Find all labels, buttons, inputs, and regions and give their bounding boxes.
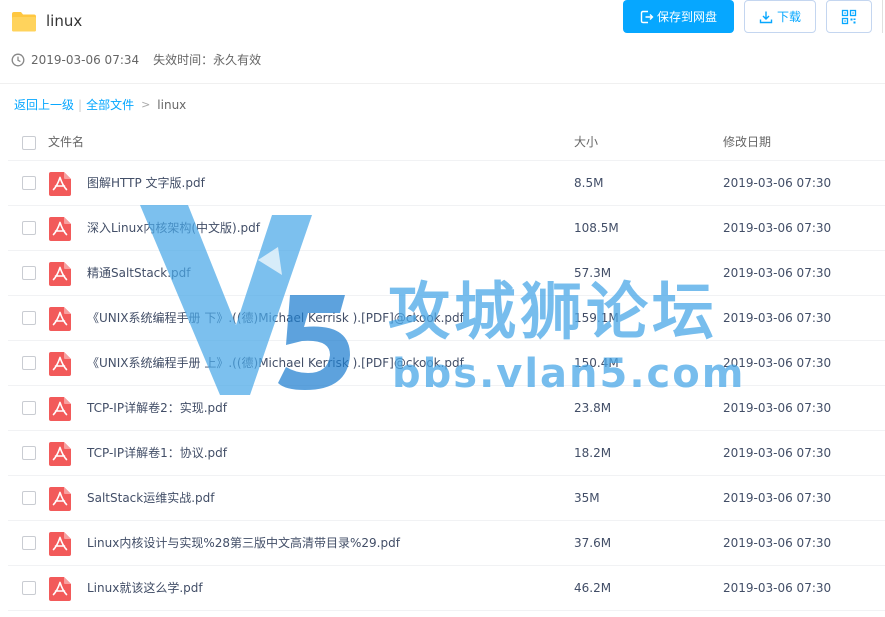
pdf-icon — [49, 577, 71, 601]
file-size: 18.2M — [574, 446, 612, 460]
file-row[interactable]: TCP-IP详解卷1：协议.pdf 18.2M 2019-03-06 07:30 — [8, 431, 885, 476]
file-modified-date: 2019-03-06 07:30 — [723, 266, 832, 280]
breadcrumb-current: linux — [157, 98, 187, 112]
file-size: 46.2M — [574, 581, 612, 595]
file-modified-date: 2019-03-06 07:30 — [723, 446, 832, 460]
file-row[interactable]: 深入Linux内核架构(中文版).pdf 108.5M 2019-03-06 07:… — [8, 206, 885, 251]
file-modified-date: 2019-03-06 07:30 — [723, 176, 832, 190]
file-size: 57.3M — [574, 266, 612, 280]
pdf-icon — [49, 487, 71, 511]
file-row[interactable]: Linux内核设计与实现%28第三版中文高清带目录%29.pdf 37.6M 201… — [8, 521, 885, 566]
download-button[interactable]: 下载 — [744, 0, 816, 33]
file-list: 文件名 大小 修改日期 图解HTTP 文字版.pdf 8.5M 2019-03-06… — [8, 122, 885, 611]
share-meta: 2019-03-06 07:34 失效时间： 永久有效 — [11, 51, 261, 69]
file-row[interactable]: 《UNIX系统编程手册 上》.((德)Michael Kerrisk ).[PD… — [8, 341, 885, 386]
qr-code-icon — [841, 9, 857, 24]
pdf-icon — [49, 217, 71, 241]
folder-icon — [12, 12, 36, 32]
file-size: 35M — [574, 491, 600, 505]
qr-code-button[interactable] — [826, 0, 872, 33]
file-name[interactable]: 深入Linux内核架构(中文版).pdf — [87, 219, 260, 237]
file-name[interactable]: TCP-IP详解卷1：协议.pdf — [87, 444, 227, 462]
pdf-icon — [49, 352, 71, 376]
expire-label: 失效时间： — [153, 53, 214, 67]
file-modified-date: 2019-03-06 07:30 — [723, 401, 832, 415]
shared-time: 2019-03-06 07:34 — [31, 53, 140, 67]
file-size: 23.8M — [574, 401, 612, 415]
pdf-icon — [49, 397, 71, 421]
file-name[interactable]: 图解HTTP 文字版.pdf — [87, 174, 205, 192]
file-size: 37.6M — [574, 536, 612, 550]
file-list-header: 文件名 大小 修改日期 — [8, 122, 885, 161]
breadcrumb-separator: | — [78, 98, 83, 112]
file-size: 8.5M — [574, 176, 604, 190]
file-row[interactable]: 图解HTTP 文字版.pdf 8.5M 2019-03-06 07:30 — [8, 161, 885, 206]
column-header-size[interactable]: 大小 — [574, 133, 598, 151]
file-checkbox[interactable] — [22, 581, 36, 595]
file-size: 150.4M — [574, 356, 619, 370]
file-modified-date: 2019-03-06 07:30 — [723, 581, 832, 595]
file-checkbox[interactable] — [22, 401, 36, 415]
file-checkbox[interactable] — [22, 446, 36, 460]
file-row[interactable]: SaltStack运维实战.pdf 35M 2019-03-06 07:30 — [8, 476, 885, 521]
pdf-icon — [49, 442, 71, 466]
file-modified-date: 2019-03-06 07:30 — [723, 221, 832, 235]
file-checkbox[interactable] — [22, 176, 36, 190]
save-icon — [640, 10, 654, 23]
file-checkbox[interactable] — [22, 266, 36, 280]
file-name[interactable]: Linux内核设计与实现%28第三版中文高清带目录%29.pdf — [87, 534, 400, 552]
expire-value: 永久有效 — [213, 53, 262, 67]
pdf-icon — [49, 262, 71, 286]
breadcrumb-all-files-link[interactable]: 全部文件 — [86, 96, 134, 114]
file-row[interactable]: Linux就该这么学.pdf 46.2M 2019-03-06 07:30 — [8, 566, 885, 611]
save-to-netdisk-button[interactable]: 保存到网盘 — [623, 0, 734, 33]
file-modified-date: 2019-03-06 07:30 — [723, 536, 832, 550]
file-name[interactable]: 精通SaltStack.pdf — [87, 264, 191, 282]
clock-icon — [11, 53, 25, 67]
file-row[interactable]: 《UNIX系统编程手册 下》.((德)Michael Kerrisk ).[PD… — [8, 296, 885, 341]
breadcrumb-arrow: > — [141, 98, 151, 111]
file-name[interactable]: SaltStack运维实战.pdf — [87, 489, 215, 507]
breadcrumb: 返回上一级 | 全部文件 > linux — [14, 96, 186, 114]
column-header-date[interactable]: 修改日期 — [723, 133, 771, 151]
file-name[interactable]: 《UNIX系统编程手册 下》.((德)Michael Kerrisk ).[PD… — [87, 309, 464, 327]
download-button-label: 下载 — [776, 10, 801, 24]
file-size: 108.5M — [574, 221, 619, 235]
file-checkbox[interactable] — [22, 356, 36, 370]
column-header-name[interactable]: 文件名 — [48, 133, 84, 151]
file-checkbox[interactable] — [22, 221, 36, 235]
file-name[interactable]: TCP-IP详解卷2：实现.pdf — [87, 399, 227, 417]
file-modified-date: 2019-03-06 07:30 — [723, 491, 832, 505]
file-name[interactable]: Linux就该这么学.pdf — [87, 579, 203, 597]
breadcrumb-back-link[interactable]: 返回上一级 — [14, 96, 74, 114]
folder-title: linux — [46, 12, 83, 30]
pdf-icon — [49, 307, 71, 331]
file-checkbox[interactable] — [22, 311, 36, 325]
divider — [882, 0, 883, 33]
file-name[interactable]: 《UNIX系统编程手册 上》.((德)Michael Kerrisk ).[PD… — [87, 354, 464, 372]
pdf-icon — [49, 532, 71, 556]
file-checkbox[interactable] — [22, 491, 36, 505]
pdf-icon — [49, 172, 71, 196]
save-button-label: 保存到网盘 — [656, 10, 717, 24]
file-modified-date: 2019-03-06 07:30 — [723, 311, 832, 325]
file-checkbox[interactable] — [22, 536, 36, 550]
file-size: 159.1M — [574, 311, 619, 325]
share-header: linux 2019-03-06 07:34 失效时间： 永久有效 保存到网盘 … — [0, 0, 885, 84]
file-row[interactable]: TCP-IP详解卷2：实现.pdf 23.8M 2019-03-06 07:30 — [8, 386, 885, 431]
file-row[interactable]: 精通SaltStack.pdf 57.3M 2019-03-06 07:30 — [8, 251, 885, 296]
select-all-checkbox[interactable] — [22, 136, 36, 150]
file-modified-date: 2019-03-06 07:30 — [723, 356, 832, 370]
download-icon — [759, 11, 773, 23]
